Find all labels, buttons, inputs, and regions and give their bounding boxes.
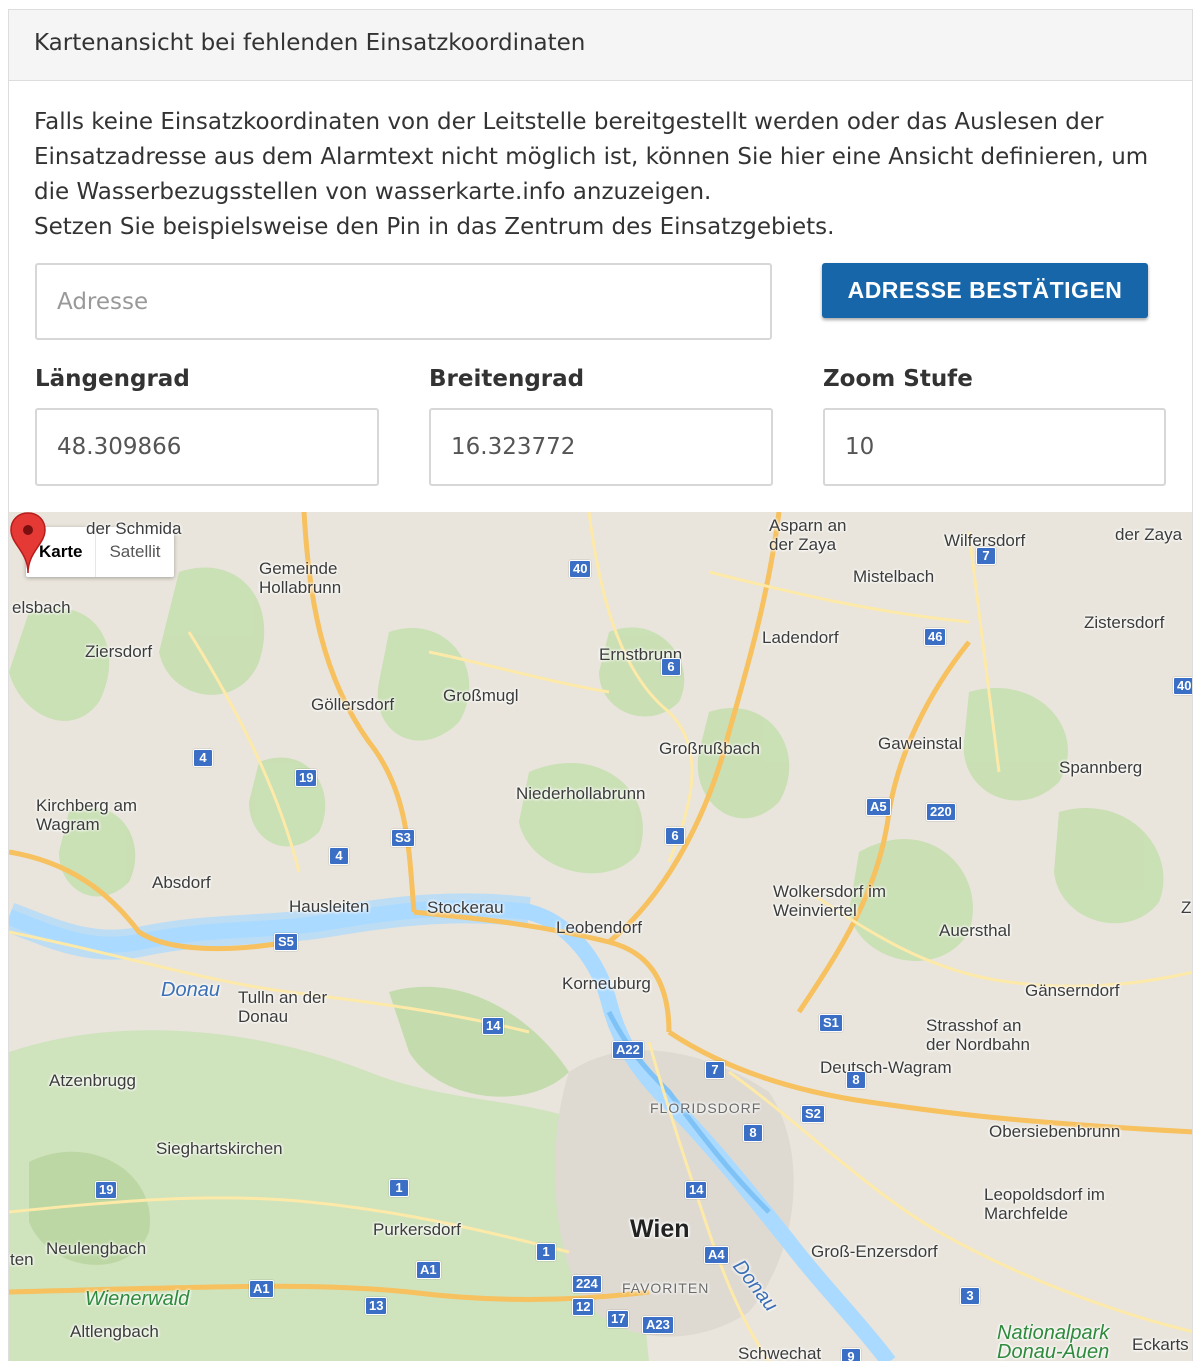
- road-shield: 7: [705, 1061, 725, 1079]
- map-label: Altlengbach: [70, 1322, 159, 1341]
- park-label: Wienerwald: [85, 1288, 190, 1310]
- road-shield: 46: [924, 628, 947, 646]
- road-shield: 4: [193, 749, 213, 767]
- road-shield: A1: [249, 1280, 274, 1298]
- map-label: Purkersdorf: [373, 1220, 461, 1239]
- map-label: Strasshof an der Nordbahn: [926, 1016, 1030, 1054]
- latitude-input[interactable]: [429, 408, 773, 486]
- map-label: der Schmida: [86, 519, 182, 538]
- map-label: Groß-Enzersdorf: [811, 1242, 938, 1261]
- map-label: Stockerau: [427, 898, 504, 917]
- panel-heading: Kartenansicht bei fehlenden Einsatzkoord…: [9, 10, 1192, 81]
- road-shield: 8: [846, 1071, 866, 1089]
- road-shield: A4: [704, 1246, 729, 1264]
- map-label: Großmugl: [443, 686, 519, 705]
- map-label: Eckarts: [1132, 1335, 1189, 1354]
- map-label: Schwechat: [738, 1344, 822, 1361]
- road-shield: 220: [926, 803, 956, 821]
- map-label: Leobendorf: [556, 918, 643, 937]
- map-label: Wolkersdorf im Weinviertel: [773, 882, 887, 920]
- map-settings-panel: Kartenansicht bei fehlenden Einsatzkoord…: [8, 9, 1193, 1361]
- road-shield: 6: [661, 658, 681, 676]
- road-shield: 13: [365, 1297, 388, 1315]
- map-view[interactable]: Karte Satellit der Schmida Gemeinde Holl…: [9, 512, 1192, 1361]
- map-label: Hausleiten: [289, 897, 370, 916]
- map-label: Großrußbach: [659, 739, 761, 758]
- road-shield: 40: [1173, 677, 1192, 695]
- road-shield: S5: [274, 933, 298, 951]
- road-shield: 19: [295, 769, 318, 787]
- map-label: Auersthal: [939, 921, 1011, 940]
- map-label: Kirchberg am Wagram: [36, 796, 138, 834]
- confirm-address-button[interactable]: ADRESSE BESTÄTIGEN: [822, 263, 1148, 318]
- road-shield: 224: [572, 1275, 602, 1293]
- road-shield: 6: [665, 827, 685, 845]
- road-shield: A1: [416, 1261, 441, 1279]
- map-label: Gemeinde Hollabrunn: [259, 559, 342, 597]
- road-shield: 17: [607, 1310, 630, 1328]
- panel-title: Kartenansicht bei fehlenden Einsatzkoord…: [34, 30, 586, 56]
- longitude-input[interactable]: [35, 408, 379, 486]
- road-shield: 1: [389, 1179, 409, 1197]
- intro-text: Falls keine Einsatzkoordinaten von der L…: [34, 105, 1174, 245]
- map-label: Zistersdorf: [1084, 613, 1165, 632]
- address-input[interactable]: [35, 263, 772, 340]
- intro-paragraph: Falls keine Einsatzkoordinaten von der L…: [34, 109, 1149, 205]
- map-label: Sieghartskirchen: [156, 1139, 283, 1158]
- map-label: der Zaya: [1115, 525, 1183, 544]
- map-label: ten: [10, 1250, 34, 1269]
- map-label: elsbach: [12, 598, 71, 617]
- road-shield: 14: [685, 1181, 708, 1199]
- map-label: Mistelbach: [853, 567, 935, 586]
- district-label: FAVORITEN: [622, 1280, 710, 1296]
- road-shield: 4: [329, 847, 349, 865]
- map-label: Ladendorf: [762, 628, 839, 647]
- map-label: Asparn an der Zaya: [769, 516, 847, 554]
- location-pin-icon[interactable]: [9, 512, 47, 574]
- map-label: Spannberg: [1059, 758, 1143, 777]
- map-label: Z: [1181, 898, 1192, 917]
- map-label: Leopoldsdorf im Marchfelde: [984, 1185, 1105, 1223]
- road-shield: S2: [801, 1105, 825, 1123]
- zoom-input[interactable]: [823, 408, 1166, 486]
- road-shield: A5: [866, 798, 891, 816]
- map-label: Gänserndorf: [1025, 981, 1120, 1000]
- park-label: Nationalpark Donau-Auen: [997, 1322, 1110, 1361]
- map-label: Atzenbrugg: [49, 1071, 136, 1090]
- road-shield: 7: [976, 547, 996, 565]
- map-label: Absdorf: [152, 873, 211, 892]
- map-label: Neulengbach: [46, 1239, 147, 1258]
- map-label: Obersiebenbrunn: [989, 1122, 1121, 1141]
- zoom-label: Zoom Stufe: [823, 366, 973, 392]
- intro-hint: Setzen Sie beispielsweise den Pin in das…: [34, 214, 835, 240]
- road-shield: 9: [841, 1348, 861, 1361]
- map-label: Deutsch-Wagram: [820, 1058, 952, 1077]
- road-shield: 19: [95, 1181, 118, 1199]
- road-shield: 14: [482, 1017, 505, 1035]
- district-label: FLORIDSDORF: [650, 1100, 762, 1116]
- road-shield: 8: [743, 1124, 763, 1142]
- map-label: Tulln an der Donau: [238, 988, 328, 1026]
- city-label: Wien: [630, 1215, 690, 1243]
- latitude-label: Breitengrad: [429, 366, 585, 392]
- map-label: Korneuburg: [562, 974, 651, 993]
- river-label: Donau: [161, 979, 220, 1001]
- road-shield: 12: [572, 1298, 595, 1316]
- road-shield: S3: [391, 829, 415, 847]
- map-label: Gaweinstal: [878, 734, 963, 753]
- road-shield: 1: [536, 1243, 556, 1261]
- road-shield: A22: [612, 1041, 644, 1059]
- map-label: Ziersdorf: [85, 642, 153, 661]
- road-shield: 40: [569, 560, 592, 578]
- longitude-label: Längengrad: [35, 366, 190, 392]
- map-label: Göllersdorf: [311, 695, 395, 714]
- road-shield: S1: [819, 1014, 843, 1032]
- road-shield: 3: [960, 1287, 980, 1305]
- road-shield: A23: [642, 1316, 674, 1334]
- map-label: Niederhollabrunn: [516, 784, 646, 803]
